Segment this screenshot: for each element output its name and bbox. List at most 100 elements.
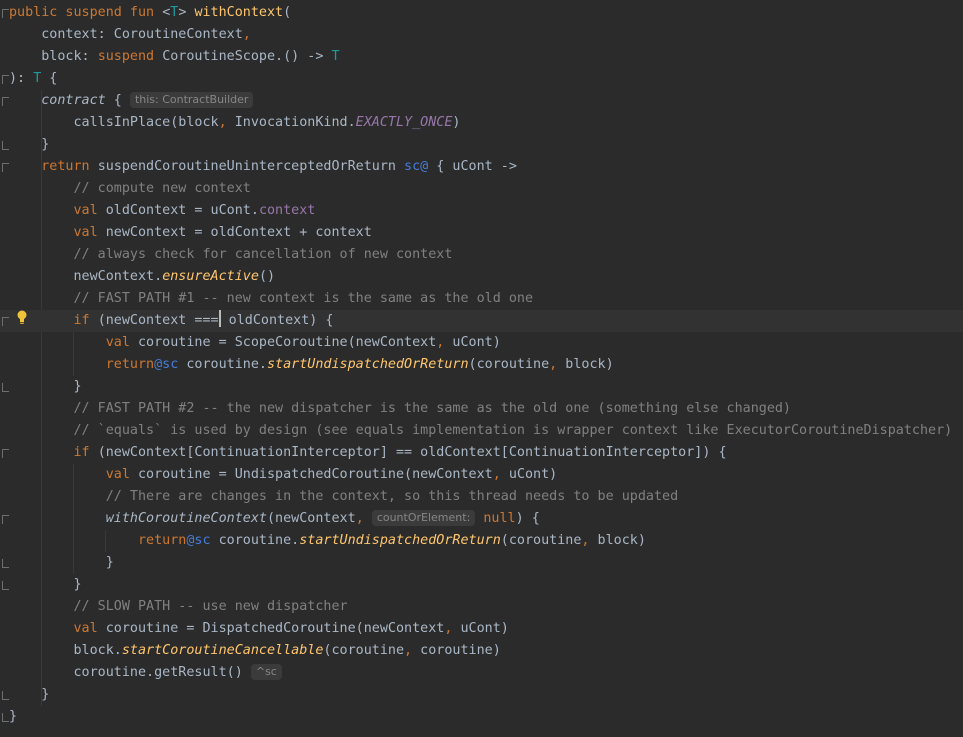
- code-token: block): [589, 533, 646, 548]
- code-line[interactable]: block.startCoroutineCancellable(coroutin…: [9, 640, 501, 662]
- code-line[interactable]: // SLOW PATH -- use new dispatcher: [9, 596, 348, 618]
- code-token: // FAST PATH #1 -- new context is the sa…: [9, 291, 534, 306]
- fold-marker-icon[interactable]: [2, 383, 9, 392]
- code-token: oldContext) {: [220, 313, 334, 328]
- code-token: ensureActive: [162, 269, 259, 284]
- fold-marker-icon[interactable]: [2, 713, 9, 722]
- code-token: return: [9, 357, 155, 372]
- code-line[interactable]: if (newContext === oldContext) {: [0, 310, 962, 332]
- code-line[interactable]: // compute new context: [9, 178, 250, 200]
- fold-marker-icon[interactable]: [2, 75, 9, 84]
- code-token: withContext: [194, 5, 284, 20]
- code-token: }: [9, 137, 50, 152]
- code-line[interactable]: if (newContext[ContinuationInterceptor] …: [9, 442, 726, 464]
- code-line[interactable]: public suspend fun <T> withContext(: [9, 2, 291, 24]
- code-line[interactable]: }: [9, 134, 49, 156]
- code-token: (coroutine: [468, 357, 550, 372]
- code-line[interactable]: return@sc coroutine.startUndispatchedOrR…: [9, 530, 646, 552]
- code-token: callsInPlace(block: [9, 115, 219, 130]
- code-token: startCoroutineCancellable: [121, 643, 324, 658]
- code-token: block): [557, 357, 614, 372]
- code-token: block:: [9, 49, 98, 64]
- code-line[interactable]: newContext.ensureActive(): [9, 266, 275, 288]
- inlay-hint[interactable]: countOrElement:: [371, 510, 476, 526]
- code-token: val: [9, 335, 138, 350]
- code-line[interactable]: val coroutine = DispatchedCoroutine(newC…: [9, 618, 508, 640]
- code-line[interactable]: val newContext = oldContext + context: [9, 222, 371, 244]
- code-token: ):: [9, 71, 34, 86]
- code-token: uCont): [444, 335, 501, 350]
- code-token: (coroutine: [323, 643, 405, 658]
- code-token: coroutine = ScopeCoroutine(newContext: [138, 335, 437, 350]
- code-editor[interactable]: public suspend fun <T> withContext( cont…: [0, 0, 963, 737]
- code-line[interactable]: val oldContext = uCont.context: [9, 200, 315, 222]
- fold-marker-icon[interactable]: [2, 559, 9, 568]
- code-token: CoroutineScope.() ->: [162, 49, 332, 64]
- code-line[interactable]: val coroutine = UndispatchedCoroutine(ne…: [9, 464, 558, 486]
- fold-marker-icon[interactable]: [2, 141, 9, 150]
- code-token: sc@: [404, 159, 429, 174]
- inlay-hint[interactable]: this: ContractBuilder: [129, 92, 254, 108]
- code-line[interactable]: return suspendCoroutineUninterceptedOrRe…: [9, 156, 517, 178]
- code-line[interactable]: // FAST PATH #1 -- new context is the sa…: [9, 288, 533, 310]
- code-line[interactable]: // always check for cancellation of new …: [9, 244, 452, 266]
- code-line[interactable]: val coroutine = ScopeCoroutine(newContex…: [9, 332, 501, 354]
- fold-marker-icon[interactable]: [2, 691, 9, 700]
- code-line[interactable]: }: [9, 574, 82, 596]
- code-token: withCoroutineContext: [105, 511, 267, 526]
- code-line[interactable]: context: CoroutineContext,: [9, 24, 251, 46]
- code-token: // SLOW PATH -- use new dispatcher: [9, 599, 348, 614]
- fold-marker-icon[interactable]: [2, 163, 9, 172]
- code-line[interactable]: withCoroutineContext(newContext, countOr…: [9, 508, 540, 530]
- code-token: }: [9, 709, 18, 724]
- fold-marker-icon[interactable]: [2, 317, 9, 326]
- code-line[interactable]: // FAST PATH #2 -- the new dispatcher is…: [9, 398, 791, 420]
- code-line[interactable]: contract { this: ContractBuilder: [9, 90, 254, 112]
- code-line[interactable]: block: suspend CoroutineScope.() -> T: [9, 46, 340, 68]
- code-token: }: [9, 379, 82, 394]
- code-token: block.: [9, 643, 122, 658]
- inlay-hint[interactable]: ^sc: [250, 664, 282, 680]
- code-token: public suspend fun: [9, 5, 163, 20]
- code-line[interactable]: coroutine.getResult() ^sc: [9, 662, 282, 684]
- code-token: context: [258, 203, 316, 218]
- code-token: // FAST PATH #2 -- the new dispatcher is…: [9, 401, 791, 416]
- code-token: ) {: [515, 511, 540, 526]
- code-line[interactable]: }: [9, 684, 49, 706]
- code-token: @sc: [186, 533, 211, 548]
- code-line[interactable]: return@sc coroutine.startUndispatchedOrR…: [9, 354, 614, 376]
- code-token: startUndispatchedOrReturn: [267, 357, 469, 372]
- code-token: }: [9, 577, 82, 592]
- code-token: EXACTLY_ONCE: [355, 115, 453, 130]
- code-token: val: [9, 225, 106, 240]
- code-token: }: [9, 687, 50, 702]
- code-line[interactable]: }: [9, 376, 82, 398]
- code-token: >: [178, 5, 195, 20]
- code-token: uCont): [500, 467, 558, 482]
- code-line[interactable]: callsInPlace(block, InvocationKind.EXACT…: [9, 112, 460, 134]
- code-line[interactable]: // There are changes in the context, so …: [9, 486, 678, 508]
- fold-marker-icon[interactable]: [2, 9, 9, 18]
- code-token: T: [331, 49, 340, 64]
- code-line[interactable]: // `equals` is used by design (see equal…: [9, 420, 952, 442]
- code-token: InvocationKind.: [226, 115, 356, 130]
- code-token: {: [105, 93, 130, 108]
- code-token: ,: [242, 27, 251, 42]
- code-token: newContext.: [9, 269, 163, 284]
- code-token: suspendCoroutineUninterceptedOrReturn: [97, 159, 405, 174]
- code-token: return: [9, 533, 187, 548]
- code-token: ,: [404, 643, 413, 658]
- fold-marker-icon[interactable]: [2, 97, 9, 106]
- code-token: null: [475, 511, 516, 526]
- code-token: ,: [218, 115, 227, 130]
- code-token: coroutine): [412, 643, 501, 658]
- code-token: coroutine.getResult(): [9, 665, 251, 680]
- code-line[interactable]: }: [9, 552, 114, 574]
- code-token: coroutine = DispatchedCoroutine(newConte…: [105, 621, 445, 636]
- fold-marker-icon[interactable]: [2, 581, 9, 590]
- fold-marker-icon[interactable]: [2, 449, 9, 458]
- code-line[interactable]: }: [9, 706, 17, 728]
- code-line[interactable]: ): T {: [9, 68, 57, 90]
- fold-marker-icon[interactable]: [2, 515, 9, 524]
